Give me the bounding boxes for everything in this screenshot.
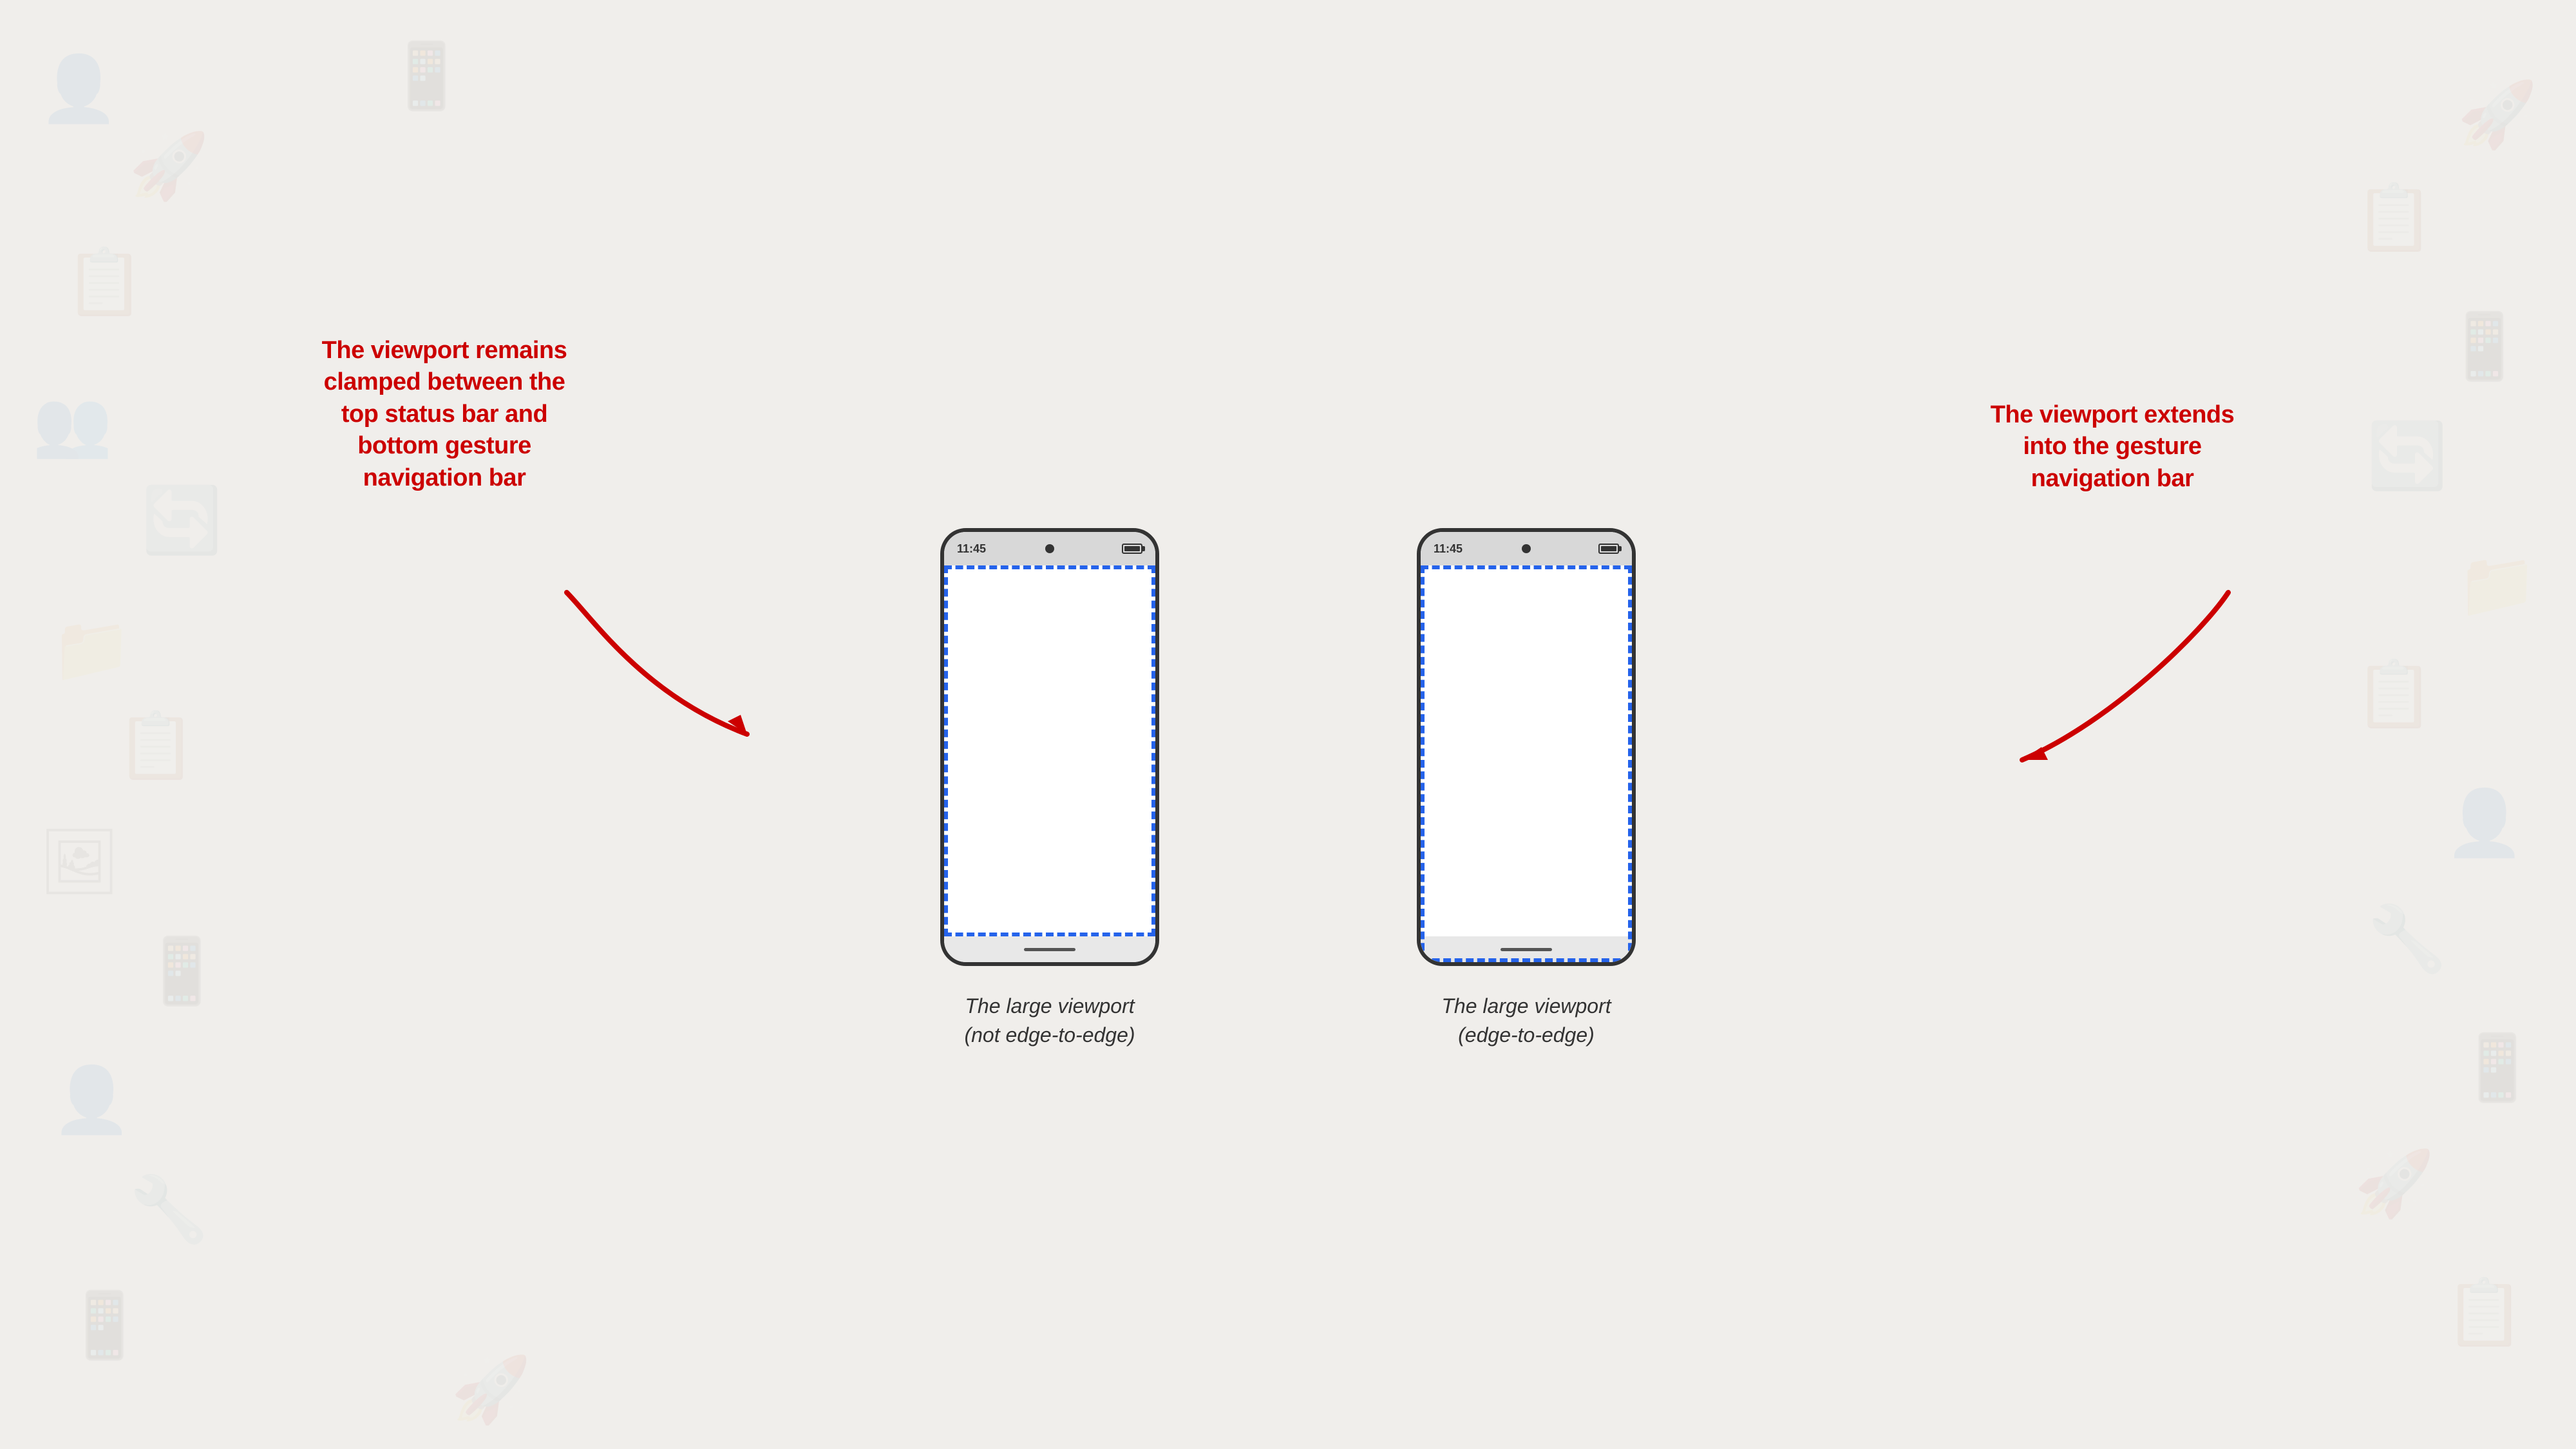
left-phone: 11:45 — [940, 528, 1159, 966]
right-battery-fill — [1601, 546, 1616, 551]
right-caption-line2: (edge-to-edge) — [1458, 1023, 1595, 1046]
right-camera-dot — [1522, 544, 1531, 553]
bg-icon-1: 👤 — [39, 52, 119, 127]
left-caption-line1: The large viewport — [965, 994, 1134, 1018]
right-caption-line1: The large viewport — [1441, 994, 1611, 1018]
main-content: 11:45 The large viewport (not edge-to-ed… — [0, 129, 2576, 1449]
left-annotation-text: The viewport remains clamped between the… — [322, 337, 567, 491]
right-status-bar: 11:45 — [1421, 532, 1632, 565]
left-bottom-bar — [944, 936, 1155, 962]
right-phone-wrapper: 11:45 The large viewport (edge-to-edge) — [1417, 528, 1636, 1050]
left-arrow — [541, 580, 773, 760]
right-phone-caption: The large viewport (edge-to-edge) — [1441, 992, 1611, 1050]
right-status-time: 11:45 — [1434, 542, 1463, 556]
right-arrow — [1984, 580, 2254, 786]
left-phone-wrapper: 11:45 The large viewport (not edge-to-ed… — [940, 528, 1159, 1050]
left-battery-fill — [1124, 546, 1140, 551]
left-phone-body — [944, 565, 1155, 936]
right-phone: 11:45 — [1417, 528, 1636, 966]
bg-icon-13: 📱 — [386, 39, 467, 114]
left-status-time: 11:45 — [957, 542, 986, 556]
right-phone-body — [1421, 565, 1632, 936]
left-status-bar: 11:45 — [944, 532, 1155, 565]
left-caption-line2: (not edge-to-edge) — [964, 1023, 1135, 1046]
right-home-indicator — [1501, 948, 1552, 951]
right-annotation: The viewport extends into the gesture na… — [1990, 399, 2235, 495]
left-battery-icon — [1122, 544, 1142, 554]
left-phone-caption: The large viewport (not edge-to-edge) — [964, 992, 1135, 1050]
right-bottom-bar — [1421, 936, 1632, 962]
left-home-indicator — [1024, 948, 1075, 951]
left-annotation: The viewport remains clamped between the… — [309, 335, 580, 494]
right-battery-icon — [1598, 544, 1619, 554]
left-camera-dot — [1045, 544, 1054, 553]
right-annotation-text: The viewport extends into the gesture na… — [1991, 401, 2235, 492]
